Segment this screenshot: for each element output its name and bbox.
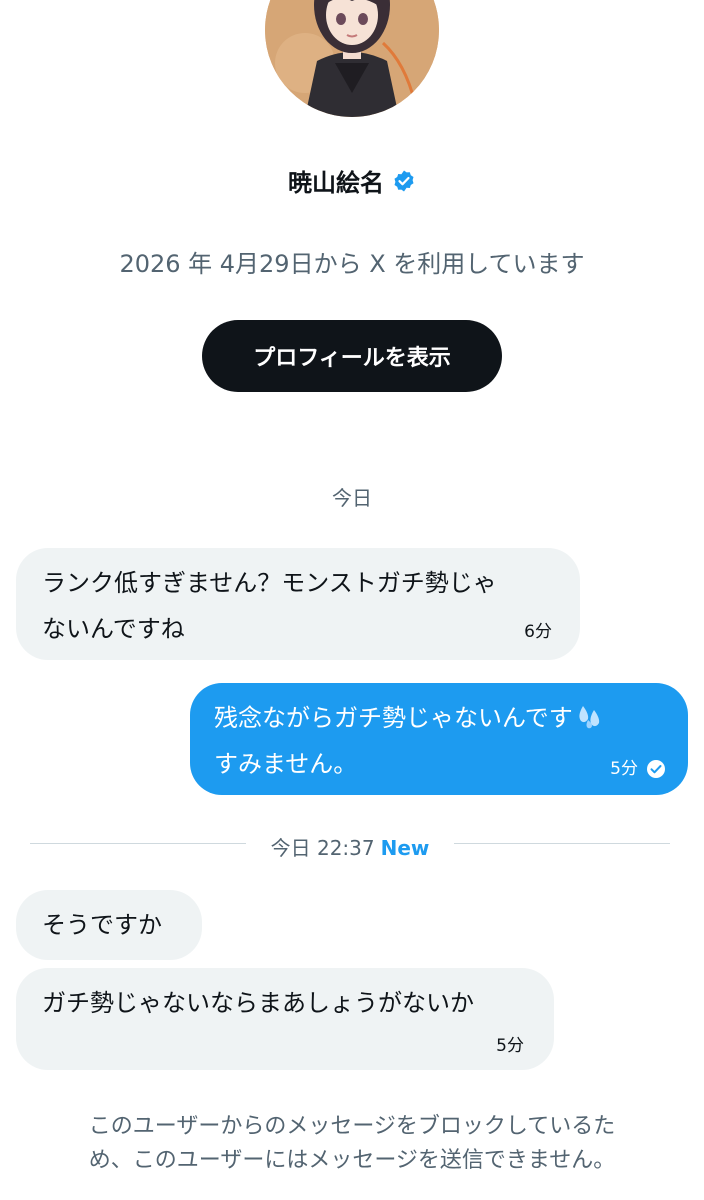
avatar-illustration [265, 0, 439, 117]
verified-badge-icon [394, 170, 414, 191]
new-badge: New [380, 836, 430, 860]
message-line: ガチ勢じゃないならまあしょうがないか [42, 989, 474, 1017]
message-time: 6分 [524, 622, 552, 642]
avatar[interactable] [265, 0, 439, 117]
message-line-text: 残念ながらガチ勢じゃないんです [214, 704, 573, 732]
new-messages-divider: 今日 22:37 New [30, 824, 670, 864]
dm-conversation: 暁山絵名 2026 年 4月29日から X を利用しています プロフィールを表示… [0, 0, 704, 1200]
message-line: すみません。 [214, 750, 358, 778]
blocked-notice: このユーザーからのメッセージをブロックしているた め、このユーザーにはメッセージ… [40, 1110, 664, 1178]
read-check-icon [647, 760, 665, 778]
profile-name: 暁山絵名 [288, 169, 384, 197]
joined-date: 2026 年 4月29日から X を利用しています [119, 250, 585, 278]
message-time: 5分 [496, 1036, 524, 1056]
message-time: 5分 [610, 759, 666, 779]
message-line: ランク低すぎません？モンストガチ勢じゃ [42, 569, 497, 597]
sent-message[interactable]: 残念ながらガチ勢じゃないんです すみません。 5分 [190, 683, 688, 795]
message-line: そうですか [42, 911, 162, 939]
received-message[interactable]: そうですか [16, 890, 202, 960]
blocked-notice-line: め、このユーザーにはメッセージを送信できません。 [88, 1148, 616, 1173]
message-time-text: 5分 [496, 1036, 524, 1056]
profile-name-row: 暁山絵名 [0, 163, 704, 198]
message-time-text: 6分 [524, 622, 552, 642]
received-message[interactable]: ランク低すぎません？モンストガチ勢じゃ ないんですね 6分 [16, 548, 580, 660]
message-line: ないんですね [42, 615, 185, 643]
view-profile-button[interactable]: プロフィールを表示 [202, 320, 502, 392]
sweat-droplets-icon [579, 706, 599, 729]
blocked-notice-line: このユーザーからのメッセージをブロックしているた [88, 1114, 616, 1139]
message-line: 残念ながらガチ勢じゃないんです [214, 695, 664, 741]
divider-timestamp: 今日 22:37 [270, 836, 375, 860]
message-time-text: 5分 [610, 759, 638, 779]
date-separator: 今日 [332, 486, 372, 510]
divider-label: 今日 22:37 New [30, 832, 670, 861]
received-message[interactable]: ガチ勢じゃないならまあしょうがないか 5分 [16, 968, 554, 1070]
